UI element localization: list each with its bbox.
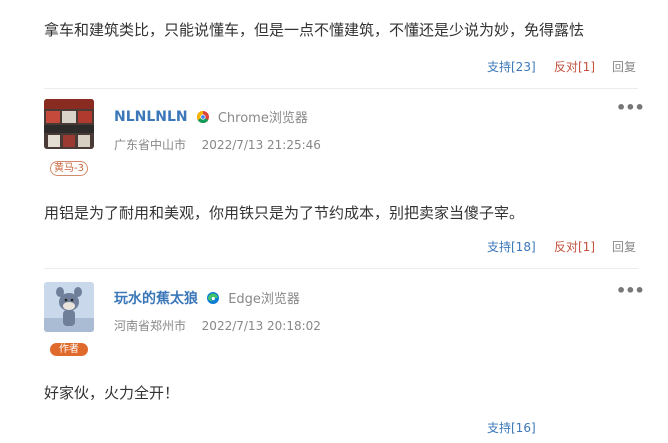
comment-text: 拿车和建筑类比，只能说懂车，但是一点不懂建筑，不懂还是少说为妙，免得露怯 xyxy=(44,21,585,39)
comment-divider xyxy=(44,268,638,269)
browser-label: Chrome浏览器 xyxy=(217,111,308,126)
oppose-button[interactable]: 反对[1] xyxy=(554,58,595,75)
comment-text: 用铝是为了耐用和美观，你用铁只是为了节约成本，别把卖家当傻子宰。 xyxy=(44,204,525,222)
user-level-badge: 黄马-3 xyxy=(50,161,88,176)
support-button[interactable]: 支持[16] xyxy=(487,419,536,436)
comment-time: 2022/7/13 21:25:46 xyxy=(201,138,321,152)
reply-button[interactable]: 回复 xyxy=(612,58,636,75)
username[interactable]: NLNLNLN xyxy=(114,109,188,125)
avatar[interactable] xyxy=(44,99,94,149)
oppose-button[interactable]: 反对[1] xyxy=(554,238,595,255)
edge-icon xyxy=(203,288,223,307)
user-location: 广东省中山市 xyxy=(114,138,187,152)
comment-header: 玩水的蕉太狼 Edge浏览器 xyxy=(114,287,300,308)
user-location: 河南省郑州市 xyxy=(114,319,187,333)
support-button[interactable]: 支持[23] xyxy=(487,58,536,75)
browser-label: Edge浏览器 xyxy=(228,292,300,307)
chrome-icon xyxy=(193,107,213,126)
comment-divider xyxy=(44,88,638,89)
avatar[interactable] xyxy=(44,282,94,332)
support-button[interactable]: 支持[18] xyxy=(487,238,536,255)
comment-header: NLNLNLN Chrome浏览器 xyxy=(114,106,308,127)
comment-meta: 广东省中山市 2022/7/13 21:25:46 xyxy=(114,136,321,153)
more-options-icon[interactable]: ••• xyxy=(616,281,645,300)
username[interactable]: 玩水的蕉太狼 xyxy=(114,288,198,308)
reply-button[interactable]: 回复 xyxy=(612,238,636,255)
comment-meta: 河南省郑州市 2022/7/13 20:18:02 xyxy=(114,317,321,334)
more-options-icon[interactable]: ••• xyxy=(616,98,645,117)
comment-text: 好家伙，火力全开！ xyxy=(44,384,180,402)
author-badge: 作者 xyxy=(50,343,88,356)
comment-time: 2022/7/13 20:18:02 xyxy=(201,319,321,333)
